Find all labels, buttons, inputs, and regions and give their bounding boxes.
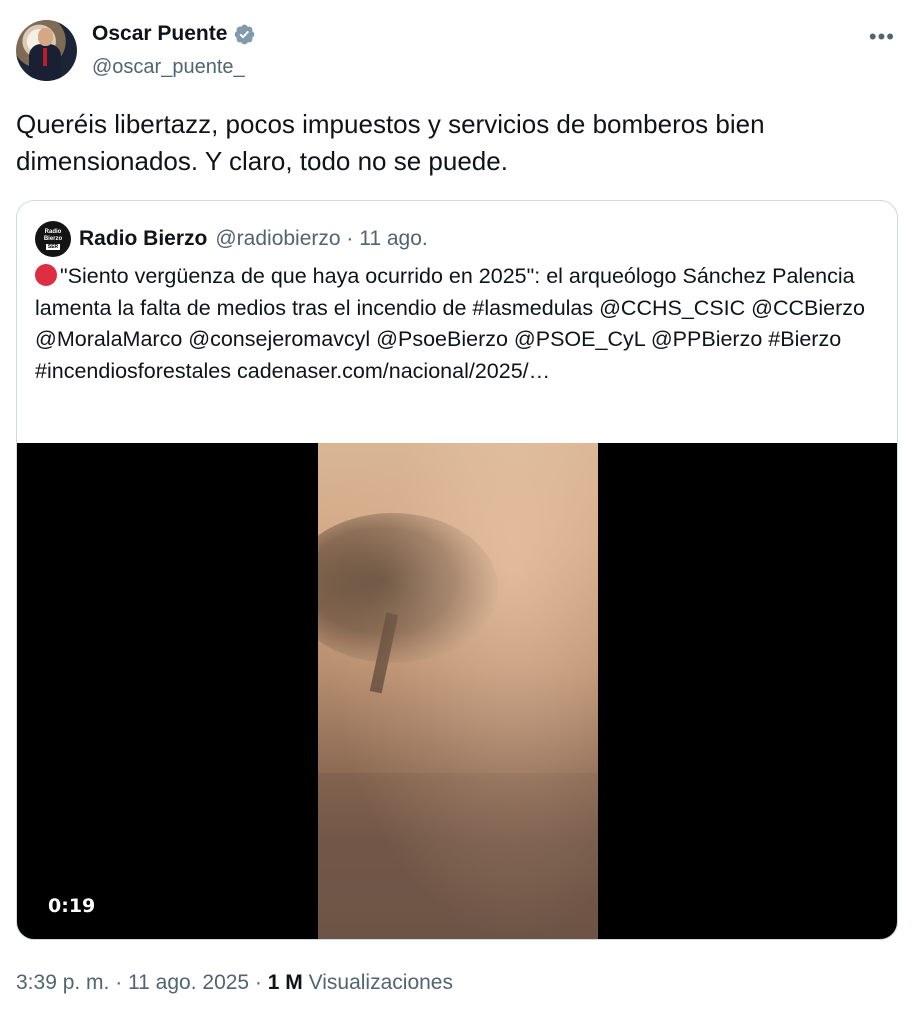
- views-label: Visualizaciones: [302, 971, 453, 994]
- quoted-tweet-body: "Siento vergüenza de que haya ocurrido e…: [35, 264, 865, 383]
- quoted-author-name[interactable]: Radio Bierzo: [79, 227, 207, 251]
- avatar-figure-tie: [43, 48, 47, 66]
- quoted-avatar-text-1: Radio: [44, 228, 62, 235]
- author-name-row: Oscar Puente: [92, 22, 256, 46]
- quoted-tweet-text: "Siento vergüenza de que haya ocurrido e…: [35, 261, 885, 387]
- video-scene-smoke: [318, 443, 598, 939]
- views-count: 1 M: [267, 971, 303, 994]
- video-frame: [318, 443, 598, 939]
- video-player[interactable]: 0:19: [17, 443, 897, 939]
- tweet-timestamp[interactable]: 3:39 p. m. · 11 ago. 2025 ·: [16, 971, 268, 994]
- red-circle-emoji-icon: [35, 264, 57, 286]
- author-display-name[interactable]: Oscar Puente: [92, 22, 227, 46]
- quoted-tweet-header: Radio Bierzo SER Radio Bierzo @radiobier…: [35, 221, 428, 257]
- quoted-avatar-text-3: SER: [45, 243, 61, 250]
- author-handle[interactable]: @oscar_puente_: [92, 56, 245, 79]
- tweet-header: Oscar Puente @oscar_puente_ •••: [16, 18, 905, 82]
- tweet-footer: 3:39 p. m. · 11 ago. 2025 · 1 M Visualiz…: [16, 971, 453, 995]
- author-avatar[interactable]: [16, 20, 77, 81]
- quoted-author-avatar[interactable]: Radio Bierzo SER: [35, 221, 71, 257]
- verified-badge-icon[interactable]: [233, 23, 256, 46]
- quoted-tweet-card[interactable]: Radio Bierzo SER Radio Bierzo @radiobier…: [16, 200, 898, 940]
- more-options-icon[interactable]: •••: [869, 24, 895, 50]
- quoted-avatar-text-2: Bierzo: [43, 235, 63, 242]
- avatar-figure-face: [38, 28, 53, 46]
- video-timecode: 0:19: [48, 895, 96, 917]
- tweet-text: Queréis libertazz, pocos impuestos y ser…: [16, 109, 765, 176]
- quoted-author-meta[interactable]: @radiobierzo · 11 ago.: [215, 227, 427, 251]
